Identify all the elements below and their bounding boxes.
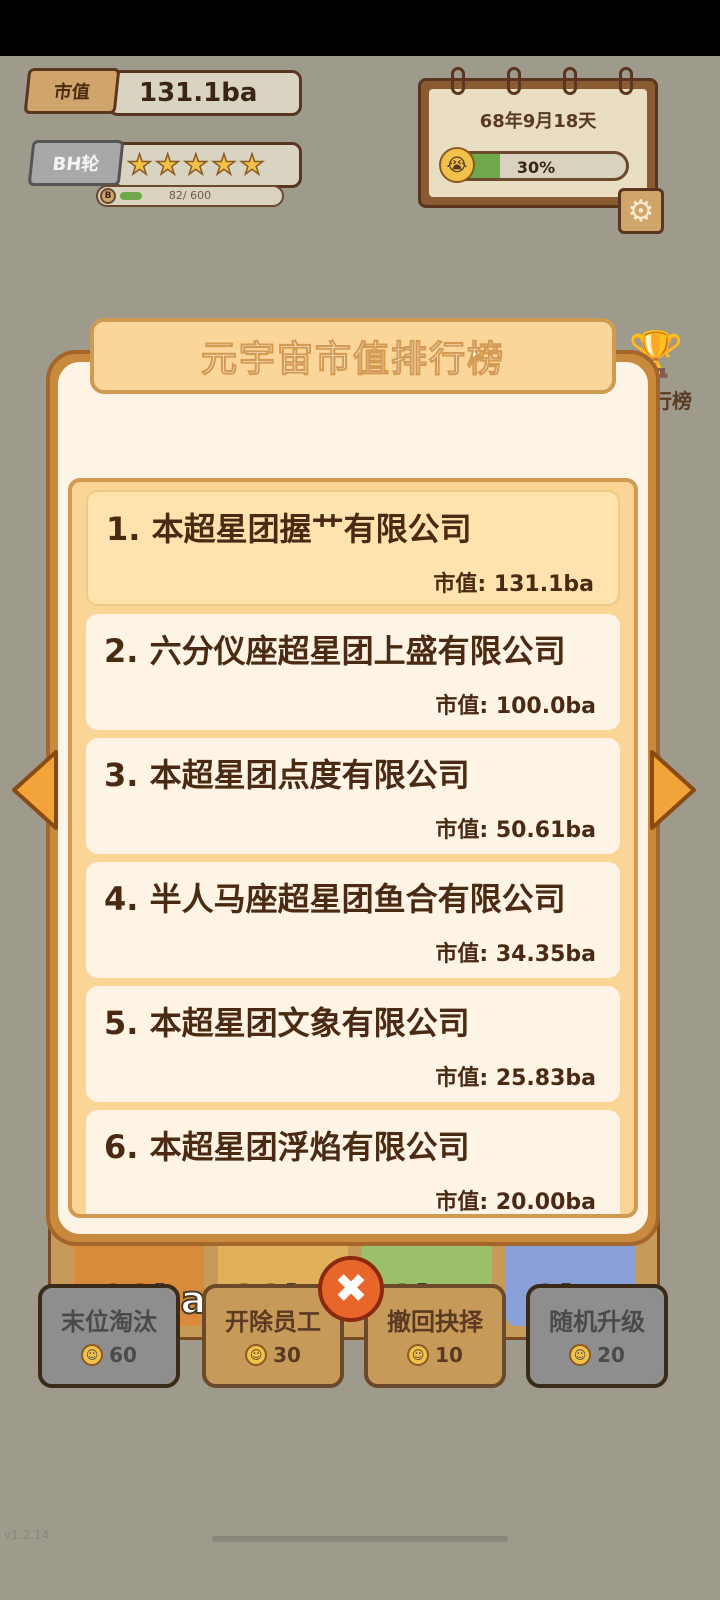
market-value-tag-label: 市值 <box>52 82 91 103</box>
next-arrow-icon[interactable] <box>648 748 700 832</box>
company-name: 1. 本超星团握艹有限公司 <box>106 510 472 548</box>
calendar-ring-icon <box>451 67 465 95</box>
market-value-tag: 市值 <box>23 68 121 114</box>
rank-stars-bar: ★ ★ ★ ★ ★ <box>112 142 302 188</box>
action-cost-value: 60 <box>109 1343 137 1367</box>
company-market-value: 市值: 131.1ba <box>433 572 594 597</box>
action-cost: ☺ 30 <box>206 1343 340 1367</box>
company-name: 5. 本超星团文象有限公司 <box>104 1004 470 1042</box>
action-cost-value: 10 <box>435 1343 463 1367</box>
action-cost: ☺ 20 <box>530 1343 664 1367</box>
company-market-value: 市值: 34.35ba <box>435 942 596 967</box>
settings-gear-icon[interactable]: ⚙ <box>618 188 664 234</box>
rank-tag: BH轮 <box>27 140 125 186</box>
action-title: 末位淘汰 <box>61 1308 157 1336</box>
undo-choice-button[interactable]: 撤回抉择 ☺ 10 <box>364 1284 506 1388</box>
leaderboard-list[interactable]: 1. 本超星团握艹有限公司 市值: 131.1ba 2. 六分仪座超星团上盛有限… <box>68 478 638 1218</box>
version-label: v1.2.14 <box>4 1528 50 1542</box>
home-indicator[interactable] <box>212 1536 508 1542</box>
smile-coin-icon: ☺ <box>407 1344 430 1366</box>
star-icon: ★ <box>182 148 209 181</box>
star-icon: ★ <box>211 148 238 181</box>
calendar-ring-icon <box>619 67 633 95</box>
calendar-ring-icon <box>507 67 521 95</box>
leaderboard-title: 元宇宙市值排行榜 <box>90 318 616 394</box>
leaderboard-item: 6. 本超星团浮焰有限公司 市值: 20.00ba <box>86 1110 620 1215</box>
leaderboard-scroll[interactable]: 1. 本超星团握艹有限公司 市值: 131.1ba 2. 六分仪座超星团上盛有限… <box>86 490 620 1215</box>
company-market-value: 市值: 50.61ba <box>435 818 596 843</box>
action-cost: ☺ 10 <box>368 1343 502 1367</box>
company-name: 6. 本超星团浮焰有限公司 <box>104 1128 470 1166</box>
xp-progress-text: 82/ 600 <box>168 189 212 202</box>
leaderboard-item: 1. 本超星团握艹有限公司 市值: 131.1ba <box>86 490 620 606</box>
close-icon[interactable]: ✖ <box>318 1256 384 1322</box>
star-icon: ★ <box>239 148 266 181</box>
star-icon: ★ <box>154 148 181 181</box>
smile-coin-icon: ☺ <box>569 1344 592 1366</box>
action-cost-value: 20 <box>597 1343 625 1367</box>
calendar-date: 68年9月18天 <box>479 111 597 132</box>
status-bar <box>0 0 720 56</box>
company-market-value: 市值: 20.00ba <box>435 1190 596 1215</box>
eliminate-last-button[interactable]: 末位淘汰 ☺ 60 <box>38 1284 180 1388</box>
action-title: 随机升级 <box>549 1308 645 1336</box>
leaderboard-item: 3. 本超星团点度有限公司 市值: 50.61ba <box>86 738 620 854</box>
star-icon: ★ <box>126 148 153 181</box>
company-market-value: 市值: 25.83ba <box>435 1066 596 1091</box>
calendar-ring-icon <box>563 67 577 95</box>
rank-tag-label: BH轮 <box>51 154 101 175</box>
market-value-text: 131.1ba <box>139 78 258 108</box>
company-name: 3. 本超星团点度有限公司 <box>104 756 470 794</box>
action-cost-value: 30 <box>273 1343 301 1367</box>
smile-coin-icon: ☺ <box>245 1344 268 1366</box>
company-name: 2. 六分仪座超星团上盛有限公司 <box>104 632 566 670</box>
market-value-bar: 131.1ba <box>108 70 302 116</box>
action-title: 开除员工 <box>225 1308 321 1336</box>
leaderboard-item: 2. 六分仪座超星团上盛有限公司 市值: 100.0ba <box>86 614 620 730</box>
random-upgrade-button[interactable]: 随机升级 ☺ 20 <box>526 1284 668 1388</box>
leaderboard-item: 4. 半人马座超星团鱼合有限公司 市值: 34.35ba <box>86 862 620 978</box>
company-name: 4. 半人马座超星团鱼合有限公司 <box>104 880 566 918</box>
company-market-value: 市值: 100.0ba <box>435 694 596 719</box>
xp-progress-bar: B 82/ 600 <box>96 185 284 207</box>
leaderboard-item: 5. 本超星团文象有限公司 市值: 25.83ba <box>86 986 620 1102</box>
crying-face-icon: 😭 <box>439 147 475 183</box>
action-cost: ☺ 60 <box>42 1343 176 1367</box>
smile-coin-icon: ☺ <box>81 1344 104 1366</box>
action-title: 撤回抉择 <box>387 1308 483 1336</box>
previous-arrow-icon[interactable] <box>8 748 60 832</box>
